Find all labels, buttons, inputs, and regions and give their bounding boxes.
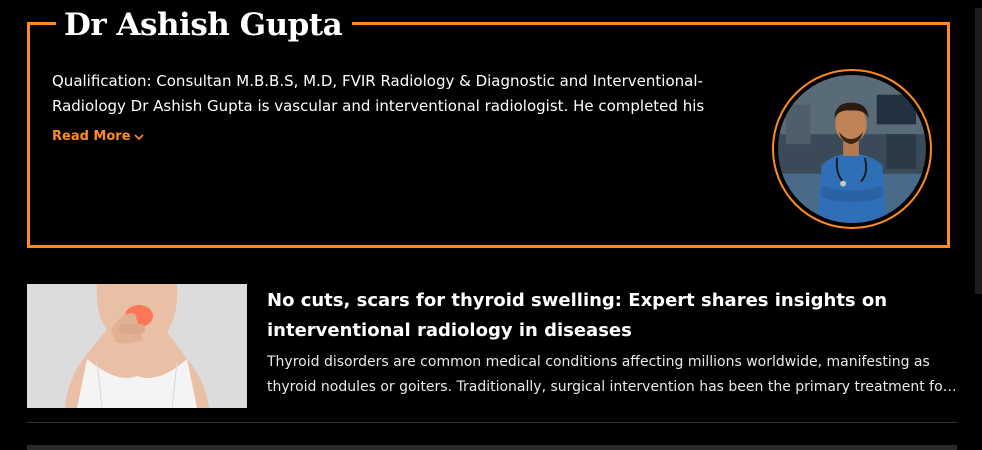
doctor-portrait-image bbox=[778, 75, 926, 223]
read-more-label: Read More bbox=[52, 129, 131, 144]
sidebar-widget bbox=[975, 8, 982, 294]
chevron-down-icon bbox=[133, 133, 144, 140]
article-card[interactable]: No cuts, scars for thyroid swelling: Exp… bbox=[27, 284, 957, 408]
article-thumbnail[interactable] bbox=[27, 284, 247, 408]
author-bio: Qualification: Consultan M.B.B.S, M.D, F… bbox=[52, 72, 705, 115]
article-excerpt: Thyroid disorders are common medical con… bbox=[267, 354, 949, 395]
author-name: Dr Ashish Gupta bbox=[56, 3, 353, 47]
author-box: Dr Ashish Gupta Qualification: Consultan… bbox=[27, 3, 950, 248]
thyroid-neck-photo-icon bbox=[27, 284, 247, 408]
read-more-link[interactable]: Read More bbox=[52, 129, 144, 144]
article-title[interactable]: No cuts, scars for thyroid swelling: Exp… bbox=[267, 286, 957, 346]
next-article-card bbox=[27, 445, 957, 450]
divider bbox=[27, 422, 957, 423]
author-avatar bbox=[772, 69, 932, 229]
